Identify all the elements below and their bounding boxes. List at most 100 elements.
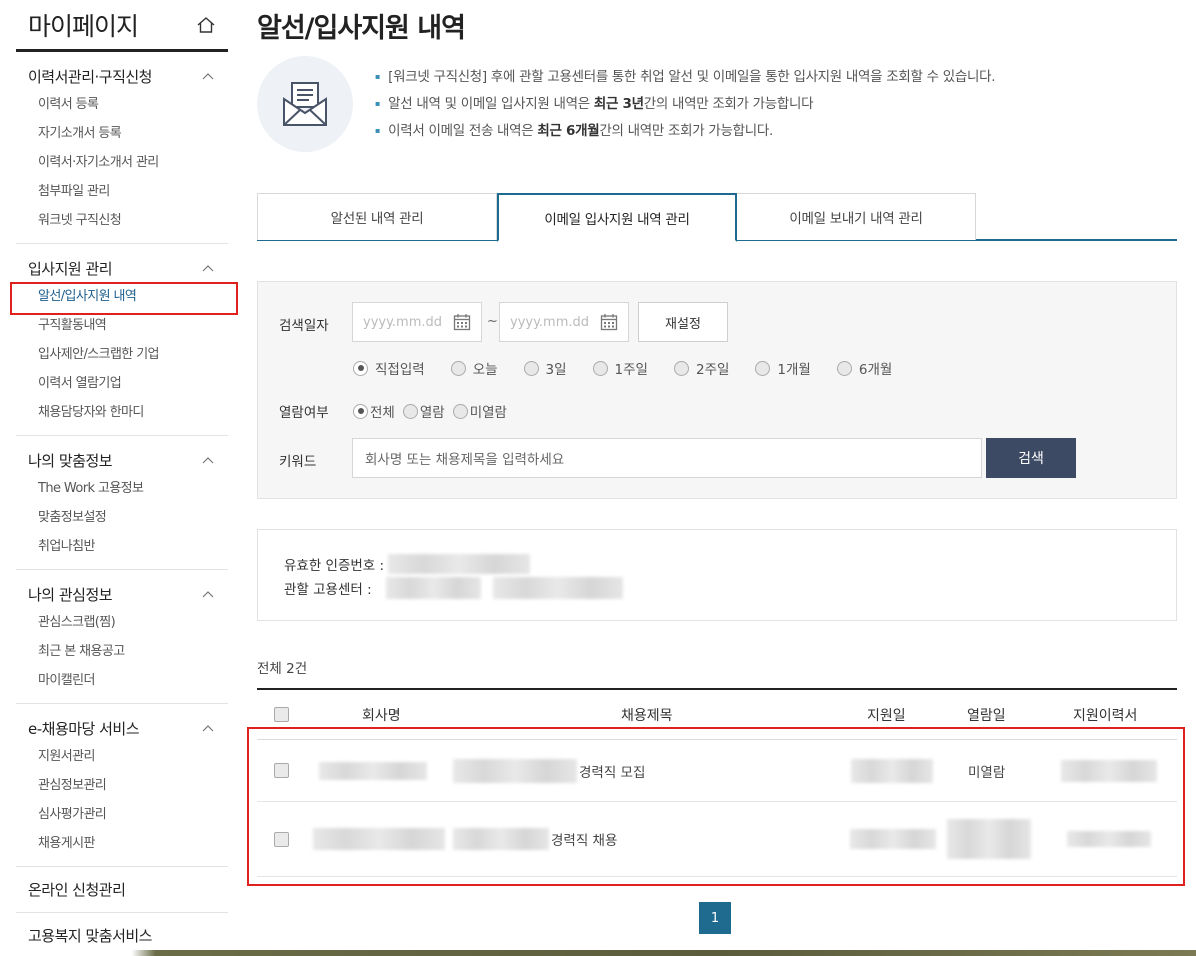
table-row[interactable]: 경력직 모집 미열람 [257, 740, 1177, 802]
radio-dot[interactable] [353, 360, 368, 376]
job-title-link[interactable]: 경력직 채용 [453, 828, 617, 850]
tab-email-application-history[interactable]: 이메일 입사지원 내역 관리 [497, 193, 737, 242]
intro-icon-circle [257, 56, 353, 152]
sidebar-item-recruiter-chat[interactable]: 채용담당자와 한마디 [16, 398, 228, 427]
radio-dot[interactable] [836, 360, 852, 376]
center-label: 관할 고용센터 : [284, 582, 372, 598]
chevron-up-icon[interactable] [202, 456, 214, 464]
sidebar-item-resume-viewers[interactable]: 이력서 열람기업 [16, 369, 228, 398]
tab-bar: 알선된 내역 관리 이메일 입사지원 내역 관리 이메일 보내기 내역 관리 [257, 193, 1177, 242]
sidebar-section-head[interactable]: 나의 맞춤정보 [16, 446, 228, 474]
row-checkbox[interactable] [274, 763, 289, 778]
sidebar-item-job-board[interactable]: 채용게시판 [16, 829, 228, 858]
keyword-input[interactable]: 회사명 또는 채용제목을 입력하세요 [352, 438, 982, 478]
center-line: 관할 고용센터 : [284, 577, 623, 599]
sidebar-section-head[interactable]: 입사지원 관리 [16, 254, 228, 282]
page-number-current[interactable]: 1 [699, 902, 731, 934]
end-date-input[interactable]: yyyy.mm.dd [499, 302, 629, 342]
sidebar-item-resume-register[interactable]: 이력서 등록 [16, 90, 228, 119]
sidebar-item-custom-settings[interactable]: 맞춤정보설정 [16, 503, 228, 532]
sidebar-item-scraps[interactable]: 관심스크랩(찜) [16, 608, 228, 637]
chevron-up-icon[interactable] [202, 264, 214, 272]
intro-note-text: [워크넷 구직신청] 후에 관할 고용센터를 통한 취업 알선 및 이메일을 통… [388, 69, 996, 85]
intro-note-emphasis: 최근 3년 [593, 96, 644, 112]
radio-label: 1주일 [614, 362, 648, 378]
sidebar-section-head[interactable]: e-채용마당 서비스 [16, 714, 228, 742]
radio-dot[interactable] [353, 403, 368, 419]
row-checkbox[interactable] [274, 831, 289, 847]
radio-dot[interactable] [402, 403, 418, 419]
start-date-input[interactable]: yyyy.mm.dd [352, 302, 482, 342]
sidebar-item-recent-jobs[interactable]: 최근 본 채용공고 [16, 637, 228, 666]
intro-note-text: 간의 내역만 조회가 가능합니다. [599, 123, 773, 139]
reset-button[interactable]: 재설정 [638, 302, 728, 342]
intro-notes: [워크넷 구직신청] 후에 관할 고용센터를 통한 취업 알선 및 이메일을 통… [375, 66, 995, 147]
redacted-center-name [492, 577, 623, 599]
sidebar-item-offers-scraps[interactable]: 입사제안/스크랩한 기업 [16, 340, 228, 369]
sidebar-section-interest: 나의 관심정보 관심스크랩(찜) 최근 본 채용공고 마이캘린더 [16, 570, 228, 704]
sidebar-item-job-request[interactable]: 워크넷 구직신청 [16, 206, 228, 235]
radio-unviewed[interactable]: 미열람 [452, 401, 507, 421]
radio-all[interactable]: 전체 [353, 401, 395, 421]
sidebar-section-e-recruit: e-채용마당 서비스 지원서관리 관심정보관리 심사평가관리 채용게시판 [16, 704, 228, 867]
sidebar-item-online-requests[interactable]: 온라인 신청관리 [16, 867, 228, 913]
radio-dot[interactable] [673, 360, 689, 376]
sidebar: 마이페이지 이력서관리·구직신청 이력서 등록 자기소개서 등록 이력서·자기소… [16, 0, 228, 956]
col-header-view-date: 열람일 [967, 707, 1006, 724]
sidebar-section-title: 나의 관심정보 [28, 585, 113, 604]
tab-referral-history[interactable]: 알선된 내역 관리 [257, 193, 497, 240]
select-all-checkbox[interactable] [274, 707, 289, 722]
sidebar-item-application-history[interactable]: 알선/입사지원 내역 [16, 282, 228, 311]
tab-email-sent-history[interactable]: 이메일 보내기 내역 관리 [736, 193, 976, 240]
sidebar-item-cover-letter-register[interactable]: 자기소개서 등록 [16, 119, 228, 148]
sidebar-section-head[interactable]: 나의 관심정보 [16, 580, 228, 608]
radio-dot[interactable] [450, 360, 466, 376]
search-panel: 검색일자 yyyy.mm.dd ~ yyyy.mm.dd 재설정 직접입력 오늘… [257, 281, 1177, 499]
radio-dot[interactable] [755, 360, 771, 376]
chevron-up-icon[interactable] [202, 590, 214, 598]
radio-2weeks[interactable]: 2주일 [673, 358, 729, 378]
sidebar-item-interest-manage[interactable]: 관심정보관리 [16, 771, 228, 800]
sidebar-item-resume-manage[interactable]: 이력서·자기소개서 관리 [16, 148, 228, 177]
sidebar-item-review-manage[interactable]: 심사평가관리 [16, 800, 228, 829]
sidebar-item-application-manage[interactable]: 지원서관리 [16, 742, 228, 771]
sidebar-item-thework[interactable]: The Work 고용정보 [16, 474, 228, 503]
sidebar-item-calendar[interactable]: 마이캘린더 [16, 666, 228, 695]
envelope-icon [283, 82, 327, 126]
chevron-up-icon[interactable] [202, 72, 214, 80]
home-icon[interactable] [196, 15, 216, 35]
search-button[interactable]: 검색 [986, 438, 1076, 478]
redacted-company [313, 828, 445, 850]
calendar-icon[interactable] [600, 313, 618, 331]
intro-note-text: 이력서 이메일 전송 내역은 [388, 123, 538, 139]
job-title-suffix: 경력직 모집 [579, 764, 646, 781]
sidebar-item-compass[interactable]: 취업나침반 [16, 532, 228, 561]
radio-direct-input[interactable]: 직접입력 [353, 358, 425, 378]
intro-note: 알선 내역 및 이메일 입사지원 내역은 최근 3년간의 내역만 조회가 가능합… [375, 93, 995, 120]
radio-1month[interactable]: 1개월 [755, 358, 811, 378]
sidebar-item-job-activity[interactable]: 구직활동내역 [16, 311, 228, 340]
period-radio-group: 직접입력 오늘 3일 1주일 2주일 1개월 6개월 [353, 358, 906, 378]
info-panel: 유효한 인증번호 : 관할 고용센터 : [257, 529, 1177, 621]
radio-dot[interactable] [523, 360, 539, 376]
radio-6months[interactable]: 6개월 [836, 358, 892, 378]
radio-3days[interactable]: 3일 [523, 358, 567, 378]
end-date-placeholder: yyyy.mm.dd [510, 314, 590, 330]
cert-number-line: 유효한 인증번호 : [284, 554, 531, 574]
radio-label: 직접입력 [375, 362, 425, 378]
sidebar-section-head[interactable]: 이력서관리·구직신청 [16, 62, 228, 90]
table-row[interactable]: 경력직 채용 [257, 802, 1177, 877]
radio-viewed[interactable]: 열람 [402, 401, 445, 421]
sidebar-section-custom-info: 나의 맞춤정보 The Work 고용정보 맞춤정보설정 취업나침반 [16, 436, 228, 570]
radio-dot[interactable] [592, 360, 608, 376]
job-title-link[interactable]: 경력직 모집 [453, 758, 646, 783]
sidebar-section-title: 나의 맞춤정보 [28, 451, 113, 470]
redacted-resume [1061, 759, 1157, 782]
calendar-icon[interactable] [453, 313, 471, 331]
chevron-up-icon[interactable] [202, 724, 214, 732]
radio-1week[interactable]: 1주일 [592, 358, 648, 378]
radio-today[interactable]: 오늘 [450, 358, 498, 378]
date-label: 검색일자 [279, 318, 329, 334]
radio-dot[interactable] [452, 403, 468, 419]
sidebar-item-attachments[interactable]: 첨부파일 관리 [16, 177, 228, 206]
